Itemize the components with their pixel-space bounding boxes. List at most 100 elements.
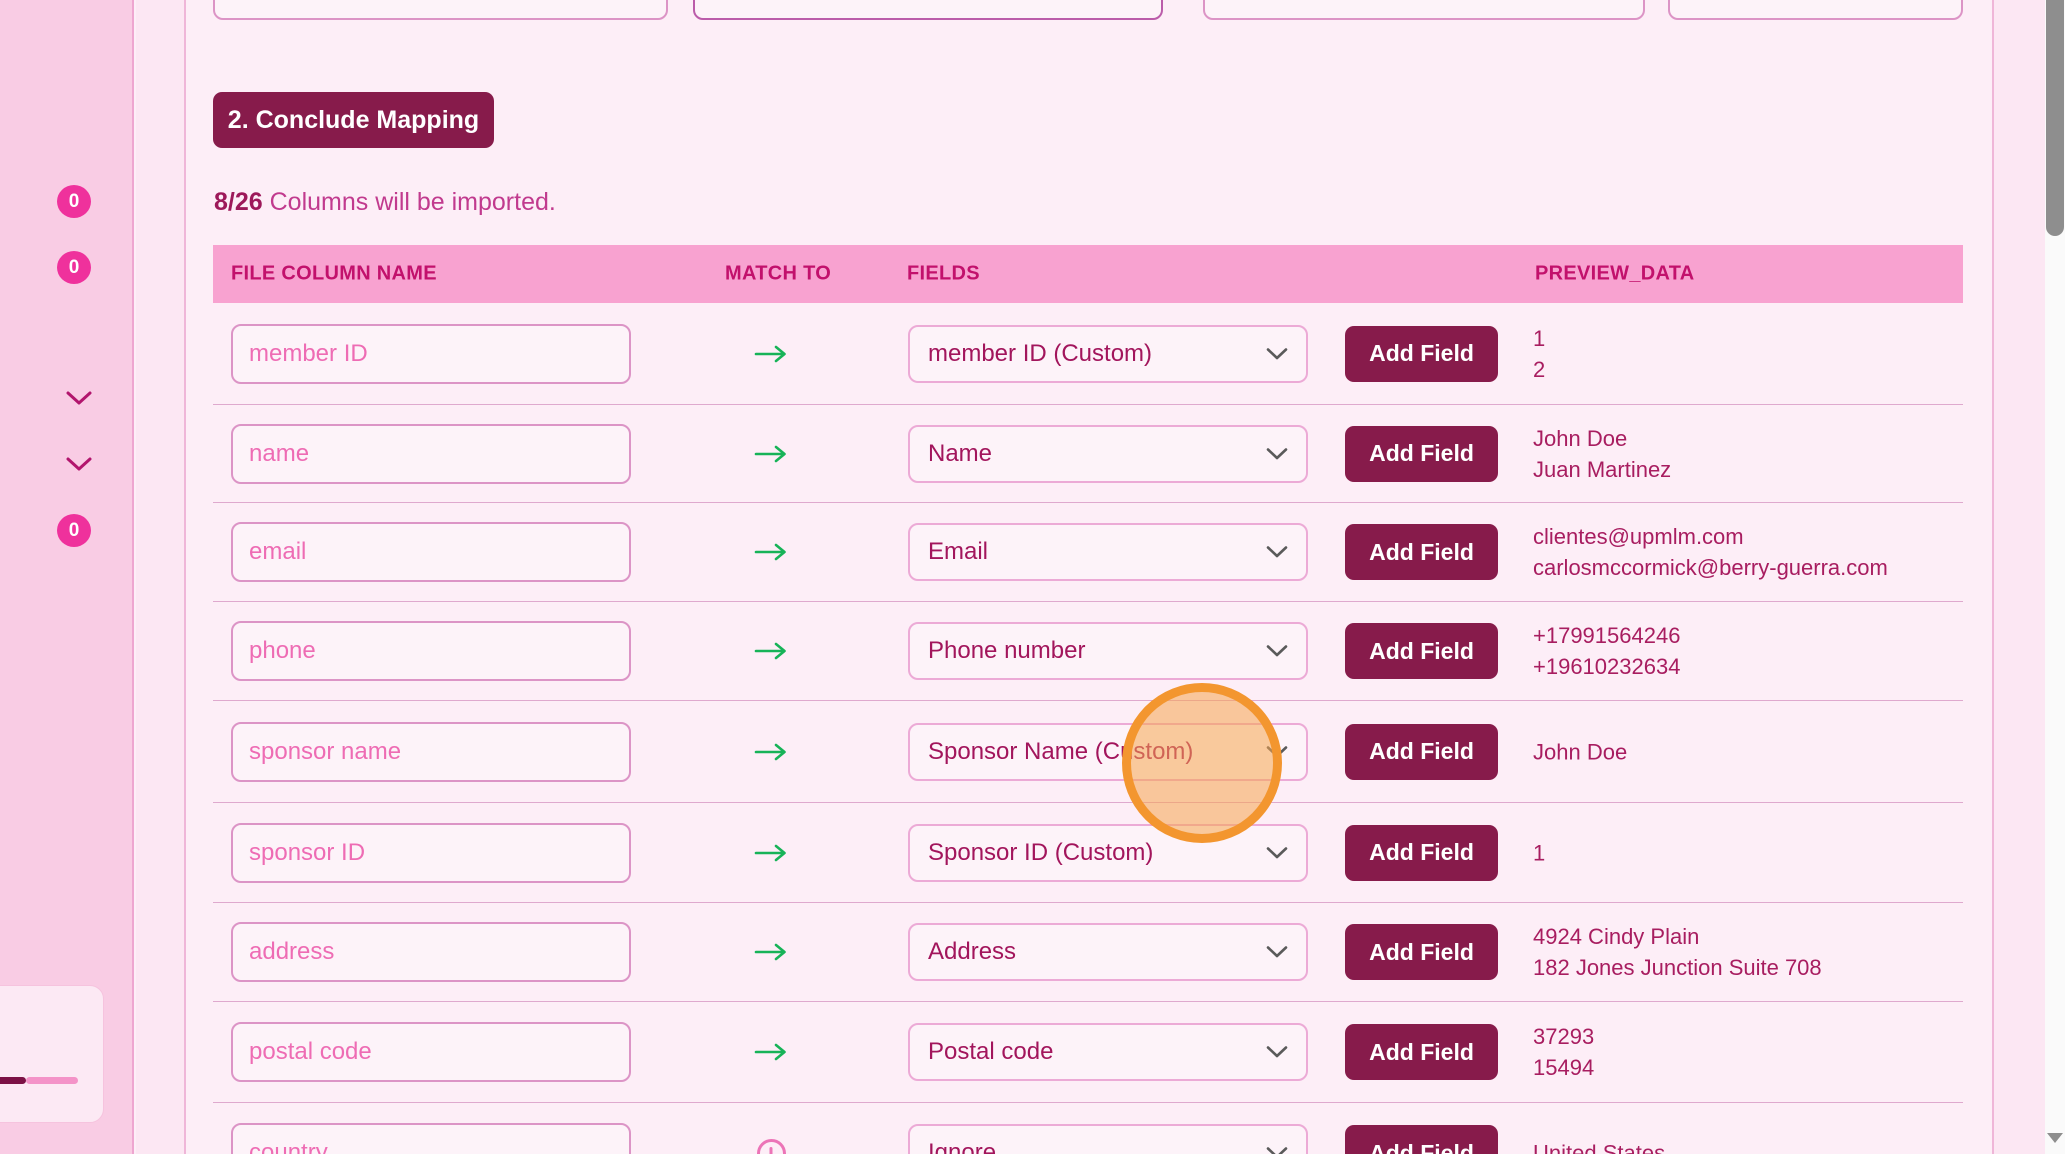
match-arrow-icon: [754, 1041, 788, 1063]
left-gutter: [136, 0, 186, 1154]
file-column-name-input[interactable]: [231, 1022, 631, 1082]
add-field-button[interactable]: Add Field: [1345, 326, 1498, 382]
sidebar-count-badge: 0: [57, 185, 91, 218]
preview-data: 4924 Cindy Plain182 Jones Junction Suite…: [1533, 921, 1822, 983]
top-input-box[interactable]: [213, 0, 668, 20]
file-column-name-input[interactable]: [231, 823, 631, 883]
file-column-name-input[interactable]: [231, 324, 631, 384]
match-cell: [754, 737, 788, 767]
field-select-value: Sponsor Name (Custom): [928, 738, 1193, 766]
file-column-name-input[interactable]: [231, 1123, 631, 1154]
sidebar: 0 0 0: [0, 0, 134, 1154]
header-file-column-name: FILE COLUMN NAME: [231, 263, 437, 286]
field-select-value: member ID (Custom): [928, 340, 1152, 368]
top-input-box-focused[interactable]: [693, 0, 1163, 20]
table-row: member ID (Custom) Add Field 12: [213, 303, 1963, 405]
match-arrow-icon: [754, 941, 788, 963]
top-input-box[interactable]: [1668, 0, 1963, 20]
add-field-button[interactable]: Add Field: [1345, 724, 1498, 780]
conclude-mapping-button[interactable]: 2. Conclude Mapping: [213, 92, 494, 148]
import-count: 8/26: [214, 188, 263, 216]
right-gutter: [1994, 0, 2045, 1154]
match-cell: [754, 1138, 788, 1154]
add-field-button[interactable]: Add Field: [1345, 1125, 1498, 1154]
chevron-down-icon: [1266, 745, 1288, 758]
file-column-name-input[interactable]: [231, 621, 631, 681]
field-select[interactable]: Sponsor ID (Custom): [908, 824, 1308, 882]
match-cell: [754, 439, 788, 469]
field-select-value: Phone number: [928, 637, 1085, 665]
field-select-value: Sponsor ID (Custom): [928, 839, 1153, 867]
scrollbar-thumb[interactable]: [2046, 0, 2064, 236]
import-summary: 8/26 Columns will be imported.: [214, 188, 556, 217]
chevron-down-icon: [1266, 1046, 1288, 1059]
progress-bar: [0, 1077, 78, 1084]
preview-data: United States: [1533, 1138, 1665, 1154]
table-row: Ignore Add Field United States: [213, 1103, 1963, 1154]
chevron-down-icon[interactable]: [63, 389, 95, 407]
field-select[interactable]: Sponsor Name (Custom): [908, 723, 1308, 781]
progress-bar-track: [26, 1077, 78, 1084]
chevron-down-icon: [1266, 447, 1288, 460]
header-preview-data: PREVIEW_DATA: [1535, 263, 1695, 286]
preview-data: John Doe: [1533, 736, 1627, 767]
match-cell: [754, 937, 788, 967]
match-arrow-icon: [754, 443, 788, 465]
field-select-value: Ignore: [928, 1139, 996, 1154]
preview-data: 3729315494: [1533, 1021, 1594, 1083]
chevron-down-icon: [1266, 645, 1288, 658]
chevron-down-icon: [1266, 347, 1288, 360]
chevron-down-icon: [1266, 1147, 1288, 1154]
table-row: Phone number Add Field +17991564246+1961…: [213, 602, 1963, 701]
add-field-button[interactable]: Add Field: [1345, 623, 1498, 679]
preview-data: 1: [1533, 837, 1545, 868]
import-column-mapping-screen: 0 0 0 2. Conclude Mapping 8/26 Columns w…: [0, 0, 2065, 1154]
table-row: Email Add Field clientes@upmlm.comcarlos…: [213, 503, 1963, 602]
add-field-button[interactable]: Add Field: [1345, 825, 1498, 881]
add-field-button[interactable]: Add Field: [1345, 426, 1498, 482]
main-content: 2. Conclude Mapping 8/26 Columns will be…: [186, 0, 1994, 1154]
vertical-scrollbar[interactable]: [2045, 0, 2065, 1154]
preview-data: +17991564246+19610232634: [1533, 620, 1680, 682]
add-field-button[interactable]: Add Field: [1345, 924, 1498, 980]
add-field-button[interactable]: Add Field: [1345, 524, 1498, 580]
field-select[interactable]: Name: [908, 425, 1308, 483]
match-cell: [754, 537, 788, 567]
file-column-name-input[interactable]: [231, 722, 631, 782]
file-column-name-input[interactable]: [231, 922, 631, 982]
field-select-value: Email: [928, 538, 988, 566]
table-row: Sponsor Name (Custom) Add Field John Doe: [213, 701, 1963, 803]
field-select[interactable]: Address: [908, 923, 1308, 981]
add-field-button[interactable]: Add Field: [1345, 1024, 1498, 1080]
preview-data: John DoeJuan Martinez: [1533, 423, 1671, 485]
table-header: FILE COLUMN NAME MATCH TO FIELDS PREVIEW…: [213, 245, 1963, 303]
field-select[interactable]: member ID (Custom): [908, 325, 1308, 383]
file-column-name-input[interactable]: [231, 424, 631, 484]
sidebar-count-badge: 0: [57, 514, 91, 547]
preview-data: clientes@upmlm.comcarlosmccormick@berry-…: [1533, 521, 1888, 583]
match-arrow-icon: [754, 343, 788, 365]
chevron-down-icon[interactable]: [63, 455, 95, 473]
header-fields: FIELDS: [907, 263, 980, 286]
chevron-down-icon: [1266, 846, 1288, 859]
match-arrow-icon: [754, 640, 788, 662]
preview-data: 12: [1533, 323, 1545, 385]
table-row: Address Add Field 4924 Cindy Plain182 Jo…: [213, 903, 1963, 1002]
sidebar-card: [0, 985, 104, 1123]
top-input-box[interactable]: [1203, 0, 1645, 20]
file-column-name-input[interactable]: [231, 522, 631, 582]
progress-bar-filled: [0, 1077, 26, 1084]
match-arrow-icon: [754, 541, 788, 563]
scroll-down-button[interactable]: [2046, 1130, 2064, 1146]
import-summary-text: Columns will be imported.: [263, 188, 556, 216]
field-select[interactable]: Ignore: [908, 1124, 1308, 1154]
field-select[interactable]: Phone number: [908, 622, 1308, 680]
sidebar-count-badge: 0: [57, 251, 91, 284]
chevron-down-icon: [1266, 946, 1288, 959]
unmatched-warning-icon: [757, 1139, 786, 1154]
match-cell: [754, 1037, 788, 1067]
field-select[interactable]: Postal code: [908, 1023, 1308, 1081]
match-cell: [754, 339, 788, 369]
triangle-down-icon: [2047, 1133, 2063, 1143]
field-select[interactable]: Email: [908, 523, 1308, 581]
